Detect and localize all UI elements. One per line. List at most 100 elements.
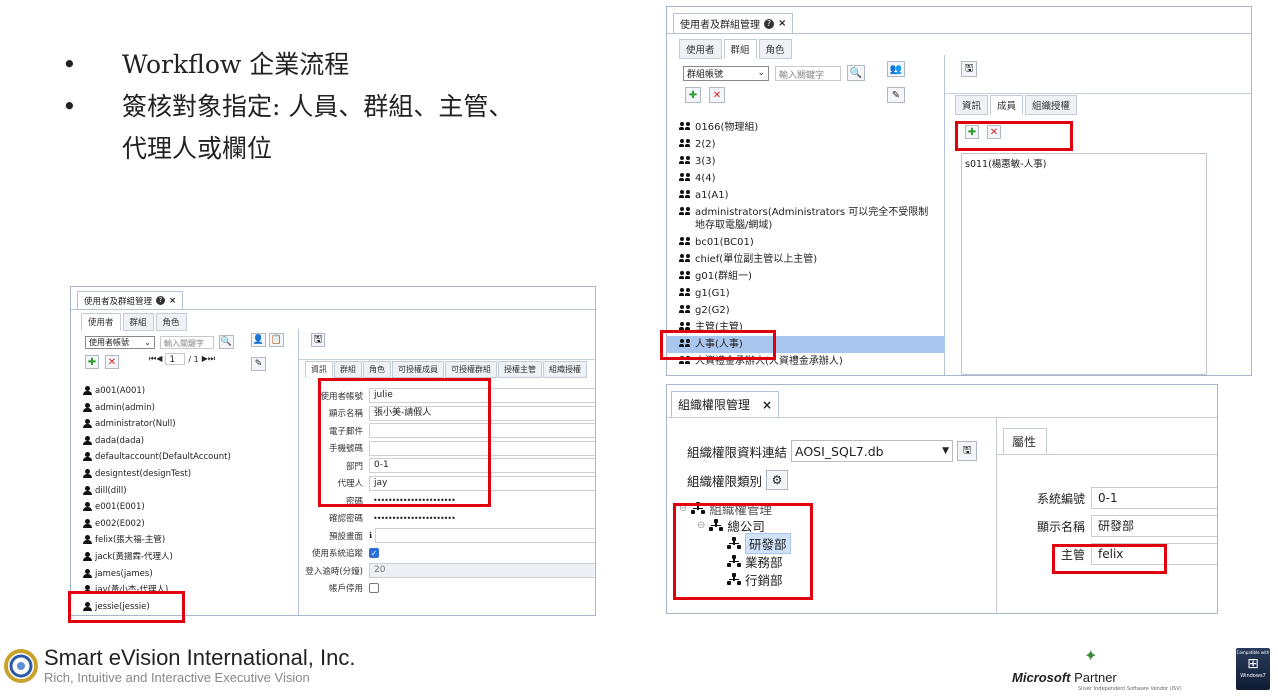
user-label: a001(A001) [95, 386, 146, 396]
password-field[interactable]: •••••••••••••••••••••• [369, 514, 595, 523]
save-icon[interactable]: 🖫 [311, 333, 325, 347]
help-icon[interactable]: ? [156, 296, 166, 305]
help-icon[interactable]: ? [764, 18, 774, 29]
page-total: / 1 [188, 354, 199, 364]
partner-star-icon: ✦ [1084, 646, 1098, 665]
tab-org-auth[interactable]: 組織授權 [1025, 95, 1078, 115]
search-input[interactable]: 輸入關鍵字 [160, 335, 214, 349]
member-item[interactable]: s011(楊惠敏-人事) [965, 156, 1203, 170]
first-page-icon[interactable]: ⏮◀ [149, 354, 162, 364]
search-icon: 🔍 [849, 67, 863, 79]
user-list-item[interactable]: james(james) [71, 566, 299, 583]
user-list-item[interactable]: e001(E001) [71, 499, 299, 516]
group-list-item[interactable]: g1(G1) [667, 285, 945, 302]
org-detail-pane: 屬性 系統編號 0-1 顯示名稱 研發部 主管 felix [997, 418, 1217, 613]
group-list-item[interactable]: 3(3) [667, 153, 945, 170]
group-label: 3(3) [695, 156, 716, 167]
disable-checkbox[interactable] [369, 583, 379, 594]
group-icon [679, 173, 692, 183]
user-list-item[interactable]: admin(admin) [71, 400, 299, 417]
user-list-item[interactable]: a001(A001) [71, 383, 299, 400]
close-icon[interactable]: × [169, 296, 176, 306]
search-button[interactable]: 🔍 [219, 335, 234, 349]
user-list-item[interactable]: defaultaccount(DefaultAccount) [71, 449, 299, 466]
ms-brand: Microsoft [1012, 670, 1071, 685]
page-input[interactable]: 1 [165, 353, 186, 365]
tab-user-detail[interactable]: 資訊 [305, 361, 333, 378]
group-icon [679, 254, 692, 264]
group-list-item[interactable]: 2(2) [667, 136, 945, 153]
window-tab[interactable]: 使用者及群組管理 ? × [77, 291, 184, 309]
user-field-select[interactable]: 使用者帳號 ⌄ [85, 335, 155, 349]
edit-icon[interactable]: ✎ [887, 87, 905, 103]
form-field[interactable] [375, 528, 595, 544]
user-list-item[interactable]: dada(dada) [71, 433, 299, 450]
bullet-line: 代理人或欄位 [122, 134, 273, 163]
edit-icon[interactable]: ✎ [251, 357, 266, 371]
group-icon [679, 156, 692, 166]
group-label: bc01(BC01) [695, 237, 754, 248]
form-field[interactable]: 20 [369, 563, 595, 579]
group-list-item[interactable]: a1(A1) [667, 187, 945, 204]
user-list-item[interactable]: jack(黃揚霖-代理人) [71, 549, 299, 566]
db-select[interactable]: AOSI_SQL7.db ▼ [791, 440, 954, 462]
info-icon: ℹ [369, 531, 373, 541]
evision-logo-icon [4, 648, 38, 683]
user-icon [83, 551, 92, 561]
user-detail-tabs: 資訊 群組 角色 可授權成員 可授權群組 授權主管 組織授權 [305, 361, 587, 378]
add-icon[interactable]: ✚ [85, 355, 99, 369]
group-list-item[interactable]: 0166(物理組) [667, 119, 945, 136]
group-list-item[interactable]: 4(4) [667, 170, 945, 187]
tab-user-detail[interactable]: 可授權群組 [445, 361, 497, 378]
window-tab[interactable]: 組織權限管理 × [671, 391, 780, 417]
ms-partner: Partner [1074, 670, 1117, 685]
group-list-item[interactable]: g2(G2) [667, 302, 945, 319]
group-list-item[interactable]: bc01(BC01) [667, 234, 945, 251]
import-icon[interactable]: 📋 [269, 333, 284, 347]
user-list-item[interactable]: e002(E002) [71, 516, 299, 533]
group-field-select[interactable]: 群組帳號 ⌄ [683, 65, 769, 81]
select-value: 使用者帳號 [89, 337, 129, 347]
org-field-value[interactable]: 研發部 [1091, 515, 1217, 537]
group-list-item[interactable]: chief(單位副主管以上主管) [667, 251, 945, 268]
member-list[interactable]: s011(楊惠敏-人事) [961, 153, 1207, 375]
user-label: dill(dill) [95, 485, 127, 496]
close-icon[interactable]: × [778, 18, 786, 29]
search-button[interactable]: 🔍 [847, 65, 865, 81]
delete-icon[interactable]: ✕ [709, 87, 725, 103]
tab-user-detail[interactable]: 可授權成員 [392, 361, 444, 378]
close-icon[interactable]: × [762, 398, 772, 412]
tab-properties[interactable]: 屬性 [1003, 428, 1047, 454]
save-icon[interactable]: 🖫 [957, 441, 978, 461]
user-list-item[interactable]: dill(dill) [71, 483, 299, 500]
group-list-item[interactable]: administrators(Administrators 可以完全不受限制地存… [667, 204, 945, 234]
tab-info[interactable]: 資訊 [955, 95, 989, 115]
tracking-checkbox[interactable]: ✓ [369, 548, 379, 559]
user-list-item[interactable]: designtest(designTest) [71, 466, 299, 483]
group-management-window: 使用者及群組管理 ? × 使用者 群組 角色 群組帳號 ⌄ 輸入關鍵字 🔍 👥 ✚… [666, 6, 1252, 376]
add-icon[interactable]: ✚ [685, 87, 701, 103]
user-icon[interactable]: 👤 [251, 333, 266, 347]
user-list-item[interactable]: felix(張大福-主管) [71, 532, 299, 549]
tab-user-detail[interactable]: 群組 [334, 361, 362, 378]
tab-members[interactable]: 成員 [990, 95, 1024, 115]
bullet-item: • Workflow 企業流程 [62, 44, 622, 86]
delete-icon[interactable]: ✕ [105, 355, 119, 369]
tab-user-detail[interactable]: 角色 [363, 361, 391, 378]
search-input[interactable]: 輸入關鍵字 [775, 65, 841, 81]
group-label: a1(A1) [695, 190, 729, 201]
user-label: designtest(designTest) [95, 468, 192, 479]
company-tagline: Rich, Intuitive and Interactive Executiv… [44, 670, 310, 685]
window-tab[interactable]: 使用者及群組管理 ? × [673, 13, 794, 33]
tab-user-detail[interactable]: 授權主管 [498, 361, 542, 378]
user-icon [83, 452, 92, 462]
user-group-icon[interactable]: 👥 [887, 61, 905, 77]
last-page-icon[interactable]: ▶⏭ [202, 354, 215, 364]
tab-user-detail[interactable]: 組織授權 [543, 361, 587, 378]
group-list-item[interactable]: g01(群組一) [667, 268, 945, 285]
user-list-item[interactable]: administrator(Null) [71, 416, 299, 433]
save-icon[interactable]: 🖫 [961, 61, 977, 77]
user-list: a001(A001) admin(admin) administrator(Null… [71, 383, 299, 615]
org-field-value[interactable]: 0-1 [1091, 487, 1217, 509]
gear-icon[interactable]: ⚙ [766, 470, 789, 490]
